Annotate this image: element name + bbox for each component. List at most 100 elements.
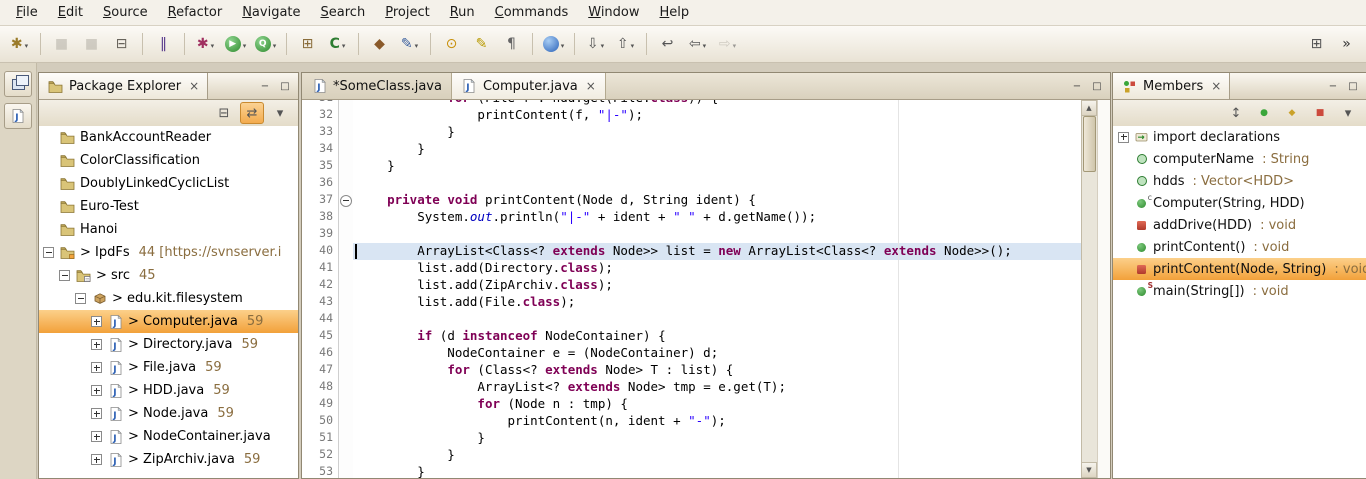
expand-icon[interactable] — [91, 454, 102, 465]
expand-icon[interactable] — [91, 316, 102, 327]
line-number[interactable]: 49 — [302, 396, 338, 413]
run-button[interactable]: ▶ — [221, 31, 250, 58]
code-line[interactable]: printContent(n, ident + "-"); — [353, 413, 1081, 430]
line-number[interactable]: 31 — [302, 100, 338, 107]
collapse-all-button[interactable]: ⊟ — [212, 102, 236, 124]
minimize-button[interactable] — [256, 78, 274, 94]
show-whitespace-button[interactable]: ¶ — [497, 31, 526, 58]
search-button[interactable]: ⊙ — [437, 31, 466, 58]
code-line[interactable]: list.add(File.class); — [353, 294, 1081, 311]
scrollbar-thumb[interactable] — [1083, 116, 1096, 172]
minimize-button[interactable] — [1324, 78, 1342, 94]
line-number[interactable]: 52 — [302, 447, 338, 464]
tree-item[interactable]: J> Directory.java59 — [39, 333, 298, 356]
link-with-editor-button[interactable]: ⇄ — [240, 102, 264, 124]
java-fastview-button[interactable]: J — [4, 103, 32, 129]
code-line[interactable]: NodeContainer e = (NodeContainer) d; — [353, 345, 1081, 362]
line-number[interactable]: 33 — [302, 124, 338, 141]
member-item[interactable]: Computer(String, HDD) — [1113, 192, 1366, 214]
tree-item[interactable]: ColorClassification — [39, 149, 298, 172]
line-number[interactable]: 32 — [302, 107, 338, 124]
line-number[interactable]: 34 — [302, 141, 338, 158]
close-icon[interactable] — [186, 79, 199, 94]
tree-item[interactable]: J> File.java59 — [39, 356, 298, 379]
code-line[interactable]: for (Class<? extends Node> T : list) { — [353, 362, 1081, 379]
expand-icon[interactable] — [91, 408, 102, 419]
code-line[interactable] — [353, 226, 1081, 243]
editor-tab[interactable]: J*SomeClass.java — [302, 73, 452, 99]
code-line[interactable]: } — [353, 124, 1081, 141]
jar-export-button[interactable]: ◆ — [365, 31, 394, 58]
toolbar-overflow-button[interactable]: » — [1332, 31, 1361, 58]
close-icon[interactable] — [583, 79, 596, 94]
fold-collapse-icon[interactable] — [340, 195, 352, 207]
tree-item[interactable]: > src45 — [39, 264, 298, 287]
code-line[interactable]: list.add(ZipArchiv.class); — [353, 277, 1081, 294]
restore-views-button[interactable] — [4, 71, 32, 97]
perspective-button[interactable]: ⊞ — [1302, 31, 1331, 58]
tree-item[interactable]: J> NodeContainer.java — [39, 425, 298, 448]
code-line[interactable]: printContent(f, "|-"); — [353, 107, 1081, 124]
sort-button[interactable]: ↕ — [1224, 102, 1248, 124]
package-explorer-view-tab[interactable]: Package Explorer — [39, 73, 208, 99]
collapse-icon[interactable] — [75, 293, 86, 304]
line-number[interactable]: 42 — [302, 277, 338, 294]
code-line[interactable]: private void printContent(Node d, String… — [353, 192, 1081, 209]
code-line[interactable]: } — [353, 430, 1081, 447]
members-view-tab[interactable]: Members — [1113, 73, 1230, 99]
hide-fields-button[interactable]: ● — [1252, 102, 1276, 124]
code-line[interactable]: ArrayList<Class<? extends Node>> list = … — [353, 243, 1081, 260]
maximize-button[interactable] — [276, 78, 294, 94]
maximize-button[interactable] — [1088, 78, 1106, 94]
members-list[interactable]: import declarationscomputerName: Stringh… — [1113, 126, 1366, 478]
members-menu-button[interactable]: ▾ — [1336, 102, 1360, 124]
tree-item[interactable]: J> Computer.java59 — [39, 310, 298, 333]
tree-item[interactable]: J> ZipArchiv.java59 — [39, 448, 298, 471]
line-number[interactable]: 47 — [302, 362, 338, 379]
next-annotation-button[interactable]: ⇩ — [581, 31, 610, 58]
code-line[interactable]: for (File f : hdd.get(File.class)) { — [353, 100, 1081, 107]
back-button[interactable]: ⇦ — [683, 31, 712, 58]
print-button[interactable]: ⊟ — [107, 31, 136, 58]
tree-item[interactable]: J> Node.java59 — [39, 402, 298, 425]
forward-button[interactable]: ⇨ — [713, 31, 742, 58]
menu-navigate[interactable]: Navigate — [232, 2, 310, 23]
scroll-up-arrow[interactable] — [1082, 100, 1097, 116]
tree-item[interactable]: > edu.kit.filesystem — [39, 287, 298, 310]
line-number[interactable]: 53 — [302, 464, 338, 478]
tree-item[interactable]: Hanoi — [39, 218, 298, 241]
tree-item[interactable]: > IpdFs44 [https://svnserver.i — [39, 241, 298, 264]
prev-annotation-button[interactable]: ⇧ — [611, 31, 640, 58]
save-all-button[interactable]: ■ — [77, 31, 106, 58]
menu-project[interactable]: Project — [375, 2, 440, 23]
tree-item[interactable]: DoublyLinkedCyclicList — [39, 172, 298, 195]
view-menu-button[interactable]: ▾ — [268, 102, 292, 124]
line-number[interactable]: 51 — [302, 430, 338, 447]
line-number[interactable]: 35 — [302, 158, 338, 175]
vertical-scrollbar[interactable] — [1081, 100, 1097, 478]
line-number[interactable]: 36 — [302, 175, 338, 192]
debug-button[interactable]: ✱ — [191, 31, 220, 58]
member-item[interactable]: addDrive(HDD): void — [1113, 214, 1366, 236]
menu-search[interactable]: Search — [311, 2, 376, 23]
code-line[interactable] — [353, 175, 1081, 192]
line-number[interactable]: 46 — [302, 345, 338, 362]
web-browser-button[interactable] — [539, 31, 568, 58]
menu-window[interactable]: Window — [578, 2, 649, 23]
editor-tab[interactable]: JComputer.java — [452, 73, 606, 99]
coverage-button[interactable]: Q — [251, 31, 280, 58]
tree-item[interactable]: J> HDD.java59 — [39, 379, 298, 402]
tree-item[interactable]: Euro-Test — [39, 195, 298, 218]
menu-commands[interactable]: Commands — [485, 2, 579, 23]
line-number[interactable]: 40 — [302, 243, 338, 260]
member-item[interactable]: import declarations — [1113, 126, 1366, 148]
collapse-icon[interactable] — [59, 270, 70, 281]
member-item[interactable]: printContent(): void — [1113, 236, 1366, 258]
line-number-ruler[interactable]: 3132333435363738394041424344454647484950… — [302, 100, 339, 478]
line-number[interactable]: 45 — [302, 328, 338, 345]
save-button[interactable]: ■ — [47, 31, 76, 58]
close-icon[interactable] — [1208, 79, 1221, 94]
code-area[interactable]: for (File f : hdd.get(File.class)) { pri… — [353, 100, 1081, 478]
hide-non-public-button[interactable]: ■ — [1308, 102, 1332, 124]
member-item[interactable]: hdds: Vector<HDD> — [1113, 170, 1366, 192]
